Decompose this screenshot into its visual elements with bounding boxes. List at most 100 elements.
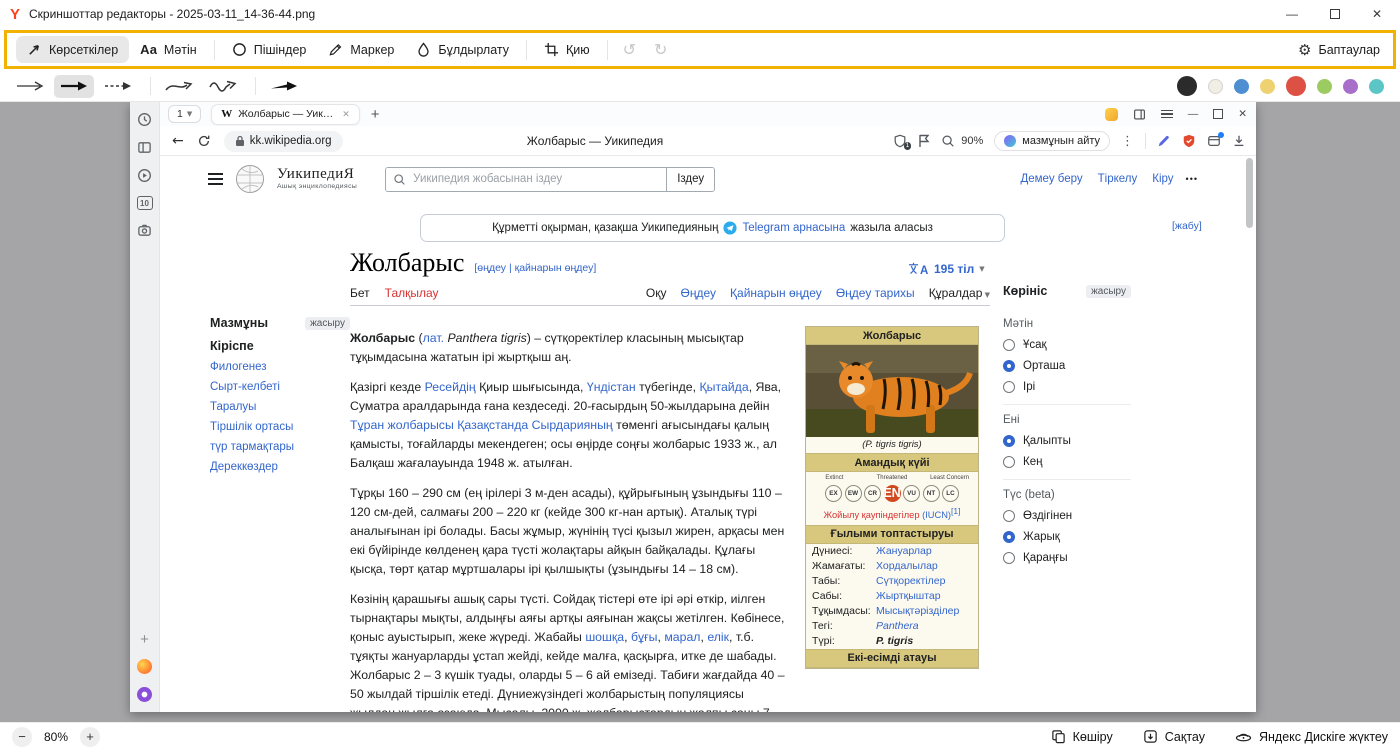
- article-view-tab[interactable]: Қайнарын өңдеу: [730, 286, 822, 300]
- arrow-style-tapered-button[interactable]: [264, 75, 304, 98]
- toc-item[interactable]: Тіршілік ортасы: [210, 421, 350, 433]
- tool-arrows-button[interactable]: Көрсеткілер: [16, 36, 129, 63]
- appearance-option[interactable]: Ұсақ: [1003, 339, 1131, 351]
- maximize-button[interactable]: [1330, 9, 1340, 19]
- radio-button[interactable]: [1003, 339, 1015, 351]
- browser-close-button[interactable]: ✕: [1238, 108, 1247, 120]
- arrow-style-squiggle-button[interactable]: [203, 75, 243, 98]
- download-icon[interactable]: [1232, 134, 1246, 148]
- tool-marker-button[interactable]: Маркер: [317, 36, 405, 63]
- toc-item[interactable]: Таралуы: [210, 401, 350, 413]
- refresh-button[interactable]: [197, 134, 211, 148]
- color-swatch[interactable]: [1286, 76, 1306, 96]
- color-swatch[interactable]: [1369, 79, 1384, 94]
- protect-shield-icon[interactable]: [1182, 134, 1196, 148]
- new-tab-button[interactable]: +: [371, 106, 380, 123]
- article-view-tab[interactable]: Оқу: [646, 286, 667, 300]
- tool-crop-button[interactable]: Қию: [533, 36, 601, 63]
- article-link[interactable]: елік: [707, 630, 729, 644]
- arrow-style-solid-button[interactable]: [54, 75, 94, 98]
- page-zoom-level[interactable]: 90%: [961, 135, 983, 147]
- article-link[interactable]: бұғы: [631, 630, 658, 644]
- article-link[interactable]: марал: [664, 630, 700, 644]
- appearance-option[interactable]: Қараңғы: [1003, 552, 1131, 564]
- color-swatch[interactable]: [1260, 79, 1275, 94]
- copy-button[interactable]: Көшіру: [1051, 729, 1113, 744]
- screenshot-tool-icon[interactable]: [137, 223, 152, 238]
- scrollbar-thumb[interactable]: [1246, 158, 1253, 228]
- search-button[interactable]: Іздеу: [666, 168, 714, 191]
- article-link[interactable]: Ресейдің: [425, 380, 476, 394]
- appearance-hide-button[interactable]: жасыру: [1086, 285, 1131, 298]
- add-panel-icon[interactable]: +: [140, 634, 149, 646]
- article-link[interactable]: Қытайда: [699, 380, 748, 394]
- article-link[interactable]: Үндістан: [587, 380, 636, 394]
- panels-icon[interactable]: [137, 140, 152, 155]
- url-box[interactable]: kk.wikipedia.org: [224, 131, 343, 152]
- header-link[interactable]: Тіркелу: [1098, 173, 1138, 185]
- hamburger-menu-icon[interactable]: [208, 170, 223, 188]
- appearance-option[interactable]: Қалыпты: [1003, 435, 1131, 447]
- tool-shapes-button[interactable]: Пішіндер: [221, 36, 318, 63]
- status-link[interactable]: Жойылу қаупіндегілер: [824, 510, 920, 520]
- color-swatch[interactable]: [1317, 79, 1332, 94]
- save-button[interactable]: Сақтау: [1143, 729, 1205, 744]
- toc-item[interactable]: Сырт-келбеті: [210, 381, 350, 393]
- appearance-option[interactable]: Орташа: [1003, 360, 1131, 372]
- article-view-tab[interactable]: Құралдар ▼: [929, 286, 990, 300]
- page-scrollbar[interactable]: [1246, 158, 1253, 708]
- appearance-option[interactable]: Ірі: [1003, 381, 1131, 393]
- article-link[interactable]: Тұран жолбарысы: [350, 418, 454, 432]
- editor-pencil-icon[interactable]: [1157, 134, 1171, 148]
- read-aloud-button[interactable]: мазмұнын айту: [994, 131, 1110, 151]
- article-link[interactable]: шошқа: [585, 630, 624, 644]
- toc-item[interactable]: Дереккөздер: [210, 461, 350, 473]
- browser-menu-icon[interactable]: [1161, 108, 1173, 121]
- article-view-tab[interactable]: Өңдеу тарихы: [836, 286, 915, 300]
- minimize-button[interactable]: —: [1286, 7, 1298, 21]
- radio-button[interactable]: [1003, 510, 1015, 522]
- browser-tab[interactable]: W Жолбарыс — Уикипедия ✕: [211, 104, 360, 125]
- article-link[interactable]: Қазақстанда: [457, 418, 528, 432]
- article-view-tab[interactable]: Өңдеу: [681, 286, 717, 300]
- zoom-out-button[interactable]: −: [12, 727, 32, 747]
- color-swatch[interactable]: [1208, 79, 1223, 94]
- more-options-icon[interactable]: ⋮: [1121, 133, 1134, 149]
- taxonomy-value[interactable]: Мысықтәрізділер: [876, 605, 959, 617]
- play-icon[interactable]: [137, 168, 152, 183]
- zoom-in-button[interactable]: +: [80, 727, 100, 747]
- page-zoom-icon[interactable]: [941, 134, 955, 148]
- settings-button[interactable]: ⚙ Баптаулар: [1298, 41, 1384, 59]
- editor-canvas[interactable]: 10 + 1 ▼ W Жолбарыс — Уикипедия: [0, 102, 1400, 722]
- radio-button[interactable]: [1003, 435, 1015, 447]
- taxonomy-value[interactable]: Сүтқоректілер: [876, 575, 945, 587]
- tab-close-icon[interactable]: ✕: [342, 109, 350, 120]
- appearance-option[interactable]: Өздігінен: [1003, 510, 1131, 522]
- reference-link[interactable]: [1]: [951, 506, 960, 516]
- taxonomy-value[interactable]: Жануарлар: [876, 545, 932, 557]
- telegram-link[interactable]: Telegram арнасына: [742, 222, 845, 234]
- tab-counter[interactable]: 1 ▼: [168, 105, 201, 123]
- arrow-style-thin-button[interactable]: [10, 75, 50, 98]
- extension-icon[interactable]: [1105, 108, 1118, 121]
- close-button[interactable]: ✕: [1372, 7, 1382, 21]
- more-menu-icon[interactable]: •••: [1186, 174, 1198, 184]
- radio-button[interactable]: [1003, 360, 1015, 372]
- radio-button[interactable]: [1003, 456, 1015, 468]
- edit-links[interactable]: [өңдеу | қайнарын өңдеу]: [474, 262, 596, 274]
- toc-item[interactable]: Кіріспе: [210, 339, 350, 353]
- article-link[interactable]: Сырдарияның: [532, 418, 613, 432]
- taxonomy-value[interactable]: Жыртқыштар: [876, 590, 941, 602]
- appearance-option[interactable]: Кең: [1003, 456, 1131, 468]
- toc-item[interactable]: Филогенез: [210, 361, 350, 373]
- tool-blur-button[interactable]: Бұлдырлату: [405, 36, 520, 63]
- undo-button[interactable]: ↺: [614, 40, 645, 59]
- side-panel-icon[interactable]: [1133, 108, 1146, 121]
- banner-close-link[interactable]: [жабу]: [1172, 220, 1202, 232]
- radio-button[interactable]: [1003, 531, 1015, 543]
- language-selector[interactable]: А 195 тіл ▼: [908, 262, 985, 276]
- taxonomy-value[interactable]: Panthera: [876, 620, 919, 632]
- upload-to-disk-button[interactable]: Яндекс Дискіге жүктеу: [1235, 729, 1388, 744]
- color-swatch[interactable]: [1177, 76, 1197, 96]
- bookmark-flag-icon[interactable]: [918, 134, 930, 148]
